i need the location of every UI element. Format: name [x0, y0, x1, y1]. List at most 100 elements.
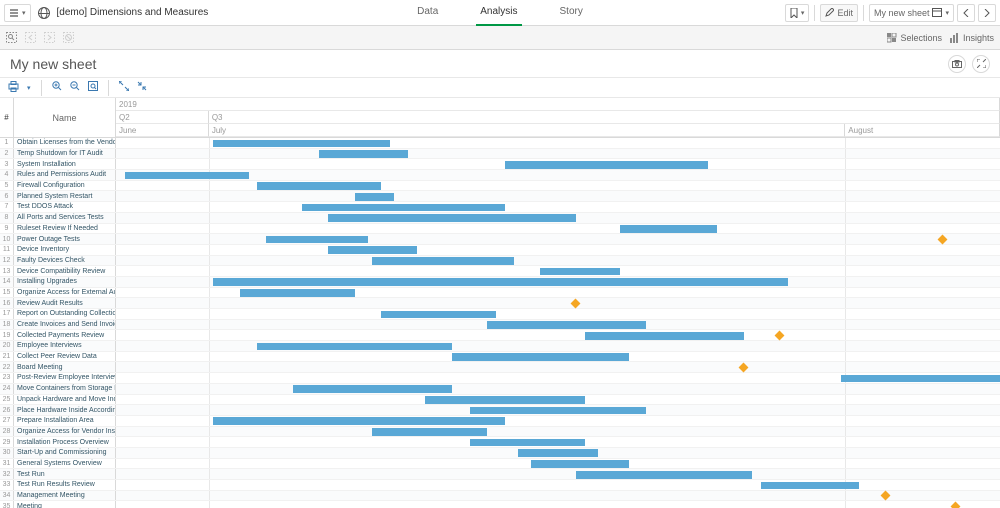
gantt-row[interactable]: 5Firewall Configuration: [0, 181, 1000, 192]
gantt-bar[interactable]: [125, 172, 249, 180]
gantt-row[interactable]: 18Create Invoices and Send Invoices: [0, 320, 1000, 331]
milestone-icon[interactable]: [571, 299, 581, 309]
zoom-out-button[interactable]: [70, 81, 80, 94]
gantt-row[interactable]: 6Planned System Restart: [0, 191, 1000, 202]
step-back-icon[interactable]: [25, 32, 36, 43]
hamburger-menu[interactable]: ▾: [4, 4, 31, 22]
gantt-bar[interactable]: [213, 140, 390, 148]
milestone-icon[interactable]: [951, 502, 961, 508]
gantt-bar[interactable]: [761, 482, 858, 490]
gantt-bar[interactable]: [487, 321, 646, 329]
gantt-bar[interactable]: [319, 150, 407, 158]
collapse-button[interactable]: [137, 81, 147, 94]
gantt-row[interactable]: 3System Installation: [0, 159, 1000, 170]
expand-button[interactable]: [119, 81, 129, 94]
gantt-row[interactable]: 11Device Inventory: [0, 245, 1000, 256]
gantt-chart[interactable]: # Name 2019 Q2Q3 JuneJulyAugust 1Obtain …: [0, 98, 1000, 508]
gantt-row[interactable]: 14Installing Upgrades: [0, 277, 1000, 288]
gantt-bar[interactable]: [257, 182, 381, 190]
gantt-row[interactable]: 17Report on Outstanding Collections: [0, 309, 1000, 320]
gantt-row[interactable]: 34Management Meeting: [0, 491, 1000, 502]
zoom-fit-button[interactable]: [88, 81, 98, 94]
gantt-row[interactable]: 32Test Run: [0, 469, 1000, 480]
topbar-right: ▾ Edit My new sheet ▾: [785, 4, 996, 22]
gantt-row[interactable]: 16Review Audit Results: [0, 298, 1000, 309]
gantt-bar[interactable]: [585, 332, 744, 340]
gantt-row[interactable]: 7Test DDOS Attack: [0, 202, 1000, 213]
prev-sheet-button[interactable]: [957, 4, 975, 22]
gantt-row[interactable]: 15Organize Access for External Audit Tea…: [0, 288, 1000, 299]
gantt-bar[interactable]: [328, 214, 576, 222]
smart-search-icon[interactable]: [6, 32, 17, 43]
gantt-row[interactable]: 31General Systems Overview: [0, 459, 1000, 470]
snapshot-button[interactable]: [948, 55, 966, 73]
next-sheet-button[interactable]: [978, 4, 996, 22]
gantt-bar[interactable]: [576, 471, 753, 479]
tab-analysis[interactable]: Analysis: [476, 0, 521, 26]
gantt-row[interactable]: 20Employee Interviews: [0, 341, 1000, 352]
gantt-row[interactable]: 4Rules and Permissions Audit: [0, 170, 1000, 181]
row-bar-area: [116, 224, 1000, 234]
gantt-row[interactable]: 23Post-Review Employee Interviews and: [0, 373, 1000, 384]
gantt-bar[interactable]: [540, 268, 620, 276]
gantt-row[interactable]: 12Faulty Devices Check: [0, 256, 1000, 267]
gantt-bar[interactable]: [266, 236, 368, 244]
milestone-icon[interactable]: [938, 235, 948, 245]
gantt-bar[interactable]: [620, 225, 717, 233]
print-caret-icon[interactable]: ▾: [27, 84, 31, 92]
gantt-bar[interactable]: [213, 278, 788, 286]
gantt-row[interactable]: 30Start-Up and Commissioning: [0, 448, 1000, 459]
sheet-nav[interactable]: My new sheet ▾: [869, 4, 954, 22]
gantt-row[interactable]: 33Test Run Results Review: [0, 480, 1000, 491]
milestone-icon[interactable]: [880, 491, 890, 501]
gantt-row[interactable]: 10Power Outage Tests: [0, 234, 1000, 245]
step-forward-icon[interactable]: [44, 32, 55, 43]
gantt-row[interactable]: 26Place Hardware Inside According to Ins: [0, 405, 1000, 416]
gantt-bar[interactable]: [372, 257, 513, 265]
gantt-row[interactable]: 13Device Compatibility Review: [0, 266, 1000, 277]
gantt-row[interactable]: 24Move Containers from Storage Facility: [0, 384, 1000, 395]
gantt-row[interactable]: 27Prepare Installation Area: [0, 416, 1000, 427]
gantt-bar[interactable]: [257, 343, 451, 351]
gantt-row[interactable]: 9Ruleset Review If Needed: [0, 224, 1000, 235]
gantt-bar[interactable]: [841, 375, 1000, 383]
gantt-bar[interactable]: [372, 428, 487, 436]
tab-data[interactable]: Data: [413, 0, 442, 26]
gantt-row[interactable]: 8All Ports and Services Tests: [0, 213, 1000, 224]
selections-button[interactable]: Selections: [887, 33, 942, 43]
milestone-icon[interactable]: [774, 331, 784, 341]
gantt-bar[interactable]: [425, 396, 584, 404]
edit-button[interactable]: Edit: [820, 4, 858, 22]
gantt-row[interactable]: 22Board Meeting: [0, 362, 1000, 373]
insights-button[interactable]: Insights: [950, 33, 994, 43]
gantt-row[interactable]: 35Meeting: [0, 501, 1000, 508]
gantt-row[interactable]: 2Temp Shutdown for IT Audit: [0, 149, 1000, 160]
gantt-bar[interactable]: [355, 193, 395, 201]
milestone-icon[interactable]: [739, 363, 749, 373]
gantt-row[interactable]: 25Unpack Hardware and Move Indoors: [0, 395, 1000, 406]
gantt-bar[interactable]: [328, 246, 416, 254]
gantt-bar[interactable]: [518, 449, 598, 457]
gantt-bar[interactable]: [452, 353, 629, 361]
fullscreen-button[interactable]: [972, 55, 990, 73]
gantt-bar[interactable]: [240, 289, 355, 297]
gantt-bar[interactable]: [302, 204, 505, 212]
gantt-bar[interactable]: [293, 385, 452, 393]
zoom-in-button[interactable]: [52, 81, 62, 94]
print-button[interactable]: [8, 81, 19, 95]
gantt-bar[interactable]: [213, 417, 505, 425]
bookmark-button[interactable]: ▾: [785, 4, 810, 22]
gantt-bar[interactable]: [531, 460, 628, 468]
gantt-row[interactable]: 29Installation Process Overview: [0, 437, 1000, 448]
gantt-row[interactable]: 19Collected Payments Review: [0, 330, 1000, 341]
clear-selections-icon[interactable]: [63, 32, 74, 43]
gantt-row[interactable]: 1Obtain Licenses from the Vendor: [0, 138, 1000, 149]
tab-story[interactable]: Story: [556, 0, 587, 26]
gantt-bar[interactable]: [381, 311, 496, 319]
gantt-row[interactable]: 28Organize Access for Vendor Installatio…: [0, 427, 1000, 438]
gantt-bar[interactable]: [505, 161, 708, 169]
top-bar: ▾ [demo] Dimensions and Measures Data An…: [0, 0, 1000, 26]
gantt-row[interactable]: 21Collect Peer Review Data: [0, 352, 1000, 363]
gantt-bar[interactable]: [470, 439, 585, 447]
gantt-bar[interactable]: [470, 407, 647, 415]
